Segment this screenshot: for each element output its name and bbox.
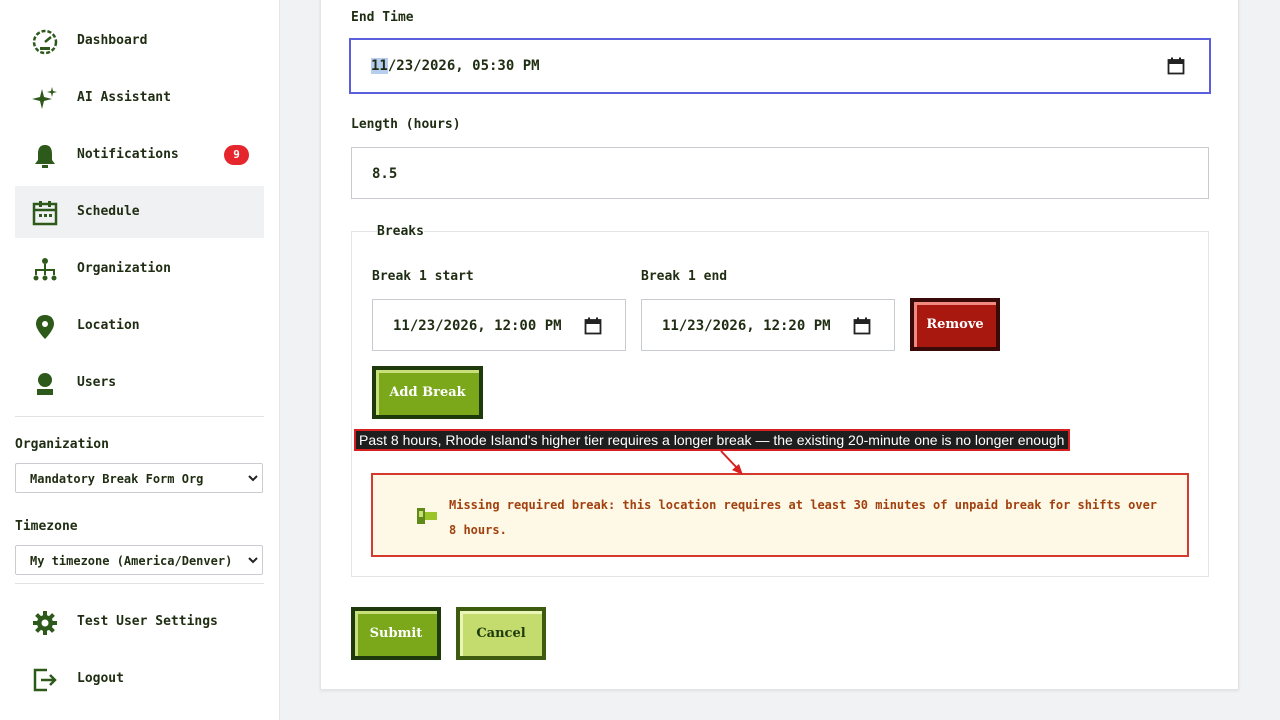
breaks-legend: Breaks [377,224,424,239]
sidebar-item-label: AI Assistant [77,90,171,105]
sidebar-item-label: Logout [77,671,124,686]
break-1-end-value: 11/23/2026, 12:20 PM [662,318,831,334]
calendar-icon [32,201,58,226]
submit-button[interactable]: Submit [351,607,441,660]
sidebar-item-location[interactable]: Location [15,300,264,352]
bell-icon [35,145,55,168]
location-pin-icon [36,315,54,339]
gear-icon [33,611,57,635]
sidebar-item-ai-assistant[interactable]: AI Assistant [15,72,264,124]
length-value: 8.5 [372,166,398,182]
sidebar-item-schedule[interactable]: Schedule [15,186,264,238]
cancel-button[interactable]: Cancel [456,607,546,660]
sidebar: Dashboard AI Assistant Notifications 9 S… [0,0,280,720]
sidebar-item-users[interactable]: Users [15,357,264,409]
add-break-button[interactable]: Add Break [372,366,483,419]
break-1-start-input[interactable]: 11/23/2026, 12:00 PM [372,299,626,351]
end-time-month-segment[interactable]: 11 [371,58,388,74]
sidebar-divider [15,416,264,417]
sidebar-divider [15,583,264,584]
sidebar-item-label: Test User Settings [77,614,218,629]
length-input[interactable]: 8.5 [351,147,1209,199]
calendar-picker-icon[interactable] [853,317,871,335]
alert-message: Missing required break: this location re… [449,498,1158,537]
annotation-arrow-icon [720,450,743,475]
end-time-rest: /23/2026, 05:30 PM [387,58,540,74]
organization-select-value: Mandatory Break Form Org [30,472,204,486]
timezone-select-value: My timezone (America/Denver) [30,554,233,568]
calendar-picker-icon[interactable] [1167,57,1185,75]
sparkle-icon [32,87,57,109]
logout-icon [33,668,57,692]
sidebar-item-notifications[interactable]: Notifications 9 [15,129,264,181]
warning-icon [417,508,437,524]
break-1-start-label: Break 1 start [372,269,474,284]
sidebar-item-dashboard[interactable]: Dashboard [15,15,264,67]
sidebar-item-settings[interactable]: Test User Settings [15,596,264,648]
length-label: Length (hours) [351,117,461,132]
user-icon [37,373,53,395]
sidebar-item-label: Users [77,375,117,390]
sidebar-item-label: Organization [77,261,171,276]
annotation-tooltip: Past 8 hours, Rhode Island's higher tier… [354,429,1070,451]
organization-select[interactable]: Mandatory Break Form Org [15,463,263,493]
break-1-start-value: 11/23/2026, 12:00 PM [393,318,562,334]
end-time-label: End Time [351,10,414,25]
dashboard-icon [32,29,58,55]
chevron-down-icon [248,557,258,564]
break-1-end-label: Break 1 end [641,269,728,284]
missing-break-alert: Missing required break: this location re… [371,473,1189,557]
remove-break-button[interactable]: Remove [910,298,1000,351]
org-chart-icon [33,258,57,281]
sidebar-item-label: Dashboard [77,33,148,48]
break-1-end-input[interactable]: 11/23/2026, 12:20 PM [641,299,895,351]
end-time-input[interactable]: 11/23/2026, 05:30 PM [349,38,1211,94]
sidebar-item-organization[interactable]: Organization [15,243,264,295]
chevron-down-icon [248,475,258,482]
timezone-select[interactable]: My timezone (America/Denver) [15,545,263,575]
sidebar-item-label: Notifications [77,147,179,162]
sidebar-item-label: Schedule [77,204,140,219]
notification-count-badge: 9 [224,145,249,165]
sidebar-item-logout[interactable]: Logout [15,653,264,705]
organization-select-label: Organization [15,437,109,452]
sidebar-item-label: Location [77,318,140,333]
timezone-select-label: Timezone [15,519,78,534]
calendar-picker-icon[interactable] [584,317,602,335]
